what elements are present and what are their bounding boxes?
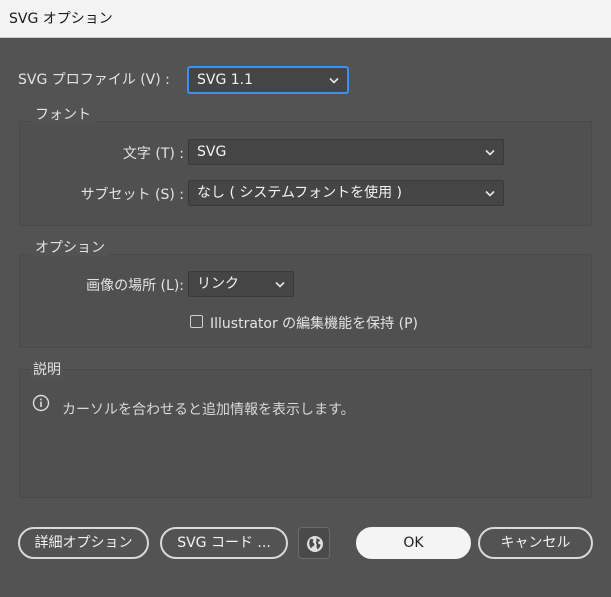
chevron-down-icon xyxy=(485,190,495,197)
svg-options-dialog: SVG プロファイル (V) : SVG 1.1 フォント 文字 (T) : S… xyxy=(0,38,611,597)
profile-select[interactable]: SVG 1.1 xyxy=(188,67,348,93)
ok-button[interactable]: OK xyxy=(356,527,471,559)
profile-select-value: SVG 1.1 xyxy=(197,72,254,88)
info-icon xyxy=(32,394,50,412)
image-location-label: 画像の場所 (L): xyxy=(86,278,184,294)
font-type-select-value: SVG xyxy=(197,144,227,160)
font-type-select[interactable]: SVG xyxy=(188,139,504,165)
subset-select-value: なし ( システムフォントを使用 ) xyxy=(197,185,403,201)
profile-label: SVG プロファイル (V) : xyxy=(18,72,170,88)
window-title: SVG オプション xyxy=(0,0,611,38)
font-group-title: フォント xyxy=(31,104,95,124)
web-preview-button[interactable] xyxy=(298,527,330,559)
svg-code-button[interactable]: SVG コード ... xyxy=(160,527,288,559)
options-group-title: オプション xyxy=(31,237,109,257)
image-location-select[interactable]: リンク xyxy=(188,271,294,297)
preserve-editing-label[interactable]: Illustrator の編集機能を保持 (P) xyxy=(210,313,418,333)
globe-icon xyxy=(307,536,323,552)
font-type-label: 文字 (T) : xyxy=(122,146,184,162)
subset-select[interactable]: なし ( システムフォントを使用 ) xyxy=(188,180,504,206)
subset-label: サブセット (S) : xyxy=(80,187,184,203)
advanced-options-button[interactable]: 詳細オプション xyxy=(18,527,149,559)
chevron-down-icon xyxy=(329,77,339,84)
image-location-select-value: リンク xyxy=(197,276,239,292)
options-group xyxy=(19,254,592,348)
description-group-title: 説明 xyxy=(31,359,63,379)
description-text: カーソルを合わせると追加情報を表示します。 xyxy=(62,402,355,418)
font-group xyxy=(19,121,592,226)
description-group xyxy=(19,369,592,498)
preserve-editing-checkbox[interactable] xyxy=(190,315,203,328)
chevron-down-icon xyxy=(485,149,495,156)
chevron-down-icon xyxy=(275,281,285,288)
cancel-button[interactable]: キャンセル xyxy=(478,527,593,559)
